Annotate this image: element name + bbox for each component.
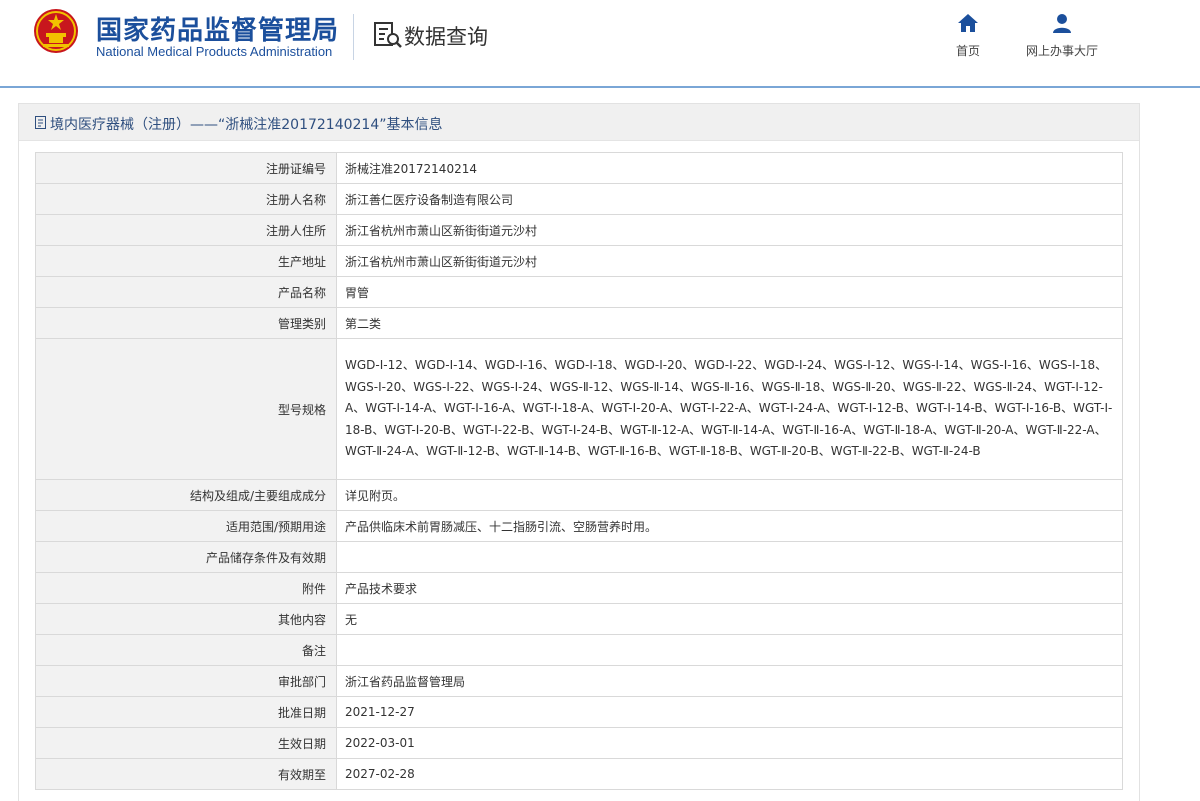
field-label: 注册人名称 [35, 183, 337, 215]
national-emblem-icon [34, 9, 78, 53]
table-row: 适用范围/预期用途 产品供临床术前胃肠减压、十二指肠引流、空肠营养时用。 [35, 510, 1123, 542]
panel-title: 境内医疗器械（注册）——“浙械注准20172140214”基本信息 [50, 117, 443, 133]
field-label: 有效期至 [35, 758, 337, 790]
field-label: 附件 [35, 572, 337, 604]
field-label: 备注 [35, 634, 337, 666]
info-table: 注册证编号 浙械注准20172140214 注册人名称 浙江善仁医疗设备制造有限… [35, 152, 1123, 790]
nav-online-hall-label: 网上办事大厅 [1025, 44, 1098, 58]
home-icon [958, 14, 978, 32]
field-value: 第二类 [336, 307, 1123, 339]
table-row: 备注 [35, 634, 1123, 666]
detail-panel: 境内医疗器械（注册）——“浙械注准20172140214”基本信息 注册证编号 … [18, 103, 1140, 801]
field-label: 生产地址 [35, 245, 337, 277]
data-query-icon [374, 22, 402, 48]
table-row: 生效日期 2022-03-01 [35, 727, 1123, 759]
table-row: 注册证编号 浙械注准20172140214 [35, 152, 1123, 184]
table-row: 生产地址 浙江省杭州市萧山区新街街道元沙村 [35, 245, 1123, 277]
field-value [336, 634, 1123, 666]
table-row: 注册人名称 浙江善仁医疗设备制造有限公司 [35, 183, 1123, 215]
field-label: 生效日期 [35, 727, 337, 759]
field-value: 无 [336, 603, 1123, 635]
field-label: 结构及组成/主要组成成分 [35, 479, 337, 511]
field-value: 产品技术要求 [336, 572, 1123, 604]
header-divider [353, 14, 354, 60]
field-label: 型号规格 [35, 338, 337, 480]
site-logo-en[interactable]: National Medical Products Administration [96, 44, 332, 59]
field-value: 2022-03-01 [336, 727, 1123, 759]
field-label: 审批部门 [35, 665, 337, 697]
table-row: 审批部门 浙江省药品监督管理局 [35, 665, 1123, 697]
table-row: 型号规格 WGD-Ⅰ-12、WGD-Ⅰ-14、WGD-Ⅰ-16、WGD-Ⅰ-18… [35, 338, 1123, 480]
table-row: 产品储存条件及有效期 [35, 541, 1123, 573]
field-label: 产品储存条件及有效期 [35, 541, 337, 573]
field-value: WGD-Ⅰ-12、WGD-Ⅰ-14、WGD-Ⅰ-16、WGD-Ⅰ-18、WGD-… [336, 338, 1123, 480]
nav-home-label: 首页 [955, 44, 980, 58]
table-row: 产品名称 胃管 [35, 276, 1123, 308]
document-icon [35, 116, 46, 129]
field-value: 浙江省杭州市萧山区新街街道元沙村 [336, 245, 1123, 277]
nav-online-hall-link[interactable]: 网上办事大厅 [1010, 12, 1114, 59]
table-row: 注册人住所 浙江省杭州市萧山区新街街道元沙村 [35, 214, 1123, 246]
panel-header: 境内医疗器械（注册）——“浙械注准20172140214”基本信息 [19, 104, 1139, 141]
field-value: 浙械注准20172140214 [336, 152, 1123, 184]
field-label: 适用范围/预期用途 [35, 510, 337, 542]
field-label: 产品名称 [35, 276, 337, 308]
page-section-title: 数据查询 [404, 25, 488, 49]
field-value: 详见附页。 [336, 479, 1123, 511]
field-value: 浙江省杭州市萧山区新街街道元沙村 [336, 214, 1123, 246]
field-label: 注册人住所 [35, 214, 337, 246]
field-value: 2027-02-28 [336, 758, 1123, 790]
user-icon [1053, 14, 1071, 33]
field-value: 浙江省药品监督管理局 [336, 665, 1123, 697]
field-label: 注册证编号 [35, 152, 337, 184]
site-header: 国家药品监督管理局 National Medical Products Admi… [0, 0, 1200, 88]
field-value: 胃管 [336, 276, 1123, 308]
field-value: 浙江善仁医疗设备制造有限公司 [336, 183, 1123, 215]
table-row: 附件 产品技术要求 [35, 572, 1123, 604]
table-row: 管理类别 第二类 [35, 307, 1123, 339]
site-logo-cn[interactable]: 国家药品监督管理局 [96, 10, 339, 47]
table-row: 批准日期 2021-12-27 [35, 696, 1123, 728]
field-label: 管理类别 [35, 307, 337, 339]
table-row: 其他内容 无 [35, 603, 1123, 635]
nav-home-link[interactable]: 首页 [946, 12, 990, 59]
field-label: 其他内容 [35, 603, 337, 635]
field-value [336, 541, 1123, 573]
field-value: 产品供临床术前胃肠减压、十二指肠引流、空肠营养时用。 [336, 510, 1123, 542]
field-label: 批准日期 [35, 696, 337, 728]
table-row: 有效期至 2027-02-28 [35, 758, 1123, 790]
field-value: 2021-12-27 [336, 696, 1123, 728]
table-row: 结构及组成/主要组成成分 详见附页。 [35, 479, 1123, 511]
